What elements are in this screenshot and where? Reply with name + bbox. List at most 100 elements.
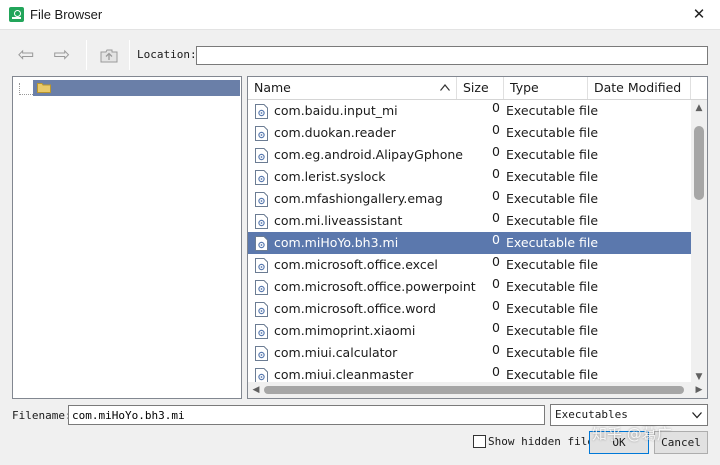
file-row[interactable]: com.mi.liveassistant 0 Executable file (248, 210, 691, 232)
chevron-down-icon (692, 412, 702, 419)
file-size: 0 (492, 232, 500, 247)
executable-file-icon (255, 192, 268, 207)
file-list[interactable]: Name Size Type Date Modified com.baidu.i… (247, 76, 708, 399)
file-size: 0 (492, 188, 500, 203)
file-type: Executable file (506, 257, 599, 272)
file-type: Executable file (506, 213, 599, 228)
location-input[interactable] (196, 46, 708, 65)
file-size: 0 (492, 276, 500, 291)
file-row[interactable]: com.mfashiongallery.emag 0 Executable file (248, 188, 691, 210)
file-row[interactable]: com.microsoft.office.excel 0 Executable fi… (248, 254, 691, 276)
executable-file-icon (255, 104, 268, 119)
close-button[interactable]: ✕ (690, 5, 708, 23)
file-row[interactable]: com.microsoft.office.word 0 Executable fil… (248, 298, 691, 320)
file-name: com.microsoft.office.word (274, 301, 436, 316)
file-name: com.baidu.input_mi (274, 103, 398, 118)
file-row[interactable]: com.microsoft.office.powerpoint 0 Executab… (248, 276, 691, 298)
file-size: 0 (492, 298, 500, 313)
folder-icon (37, 83, 51, 93)
ok-button[interactable]: OK (589, 431, 649, 454)
file-type: Executable file (506, 323, 599, 338)
scroll-left-icon[interactable]: ◀ (248, 382, 264, 398)
folder-tree[interactable] (12, 76, 242, 399)
vertical-scrollbar[interactable]: ▲ ▼ (691, 100, 707, 385)
file-type: Executable file (506, 235, 599, 250)
executable-file-icon (255, 368, 268, 383)
forward-button[interactable]: ⇨ (50, 43, 74, 67)
file-row[interactable]: com.eg.android.AlipayGphone 0 Executable f… (248, 144, 691, 166)
scroll-right-icon[interactable]: ▶ (691, 382, 707, 398)
executable-file-icon (255, 236, 268, 251)
file-name: com.microsoft.office.powerpoint (274, 279, 476, 294)
file-row[interactable]: com.lerist.syslock 0 Executable file (248, 166, 691, 188)
file-name: com.mi.liveassistant (274, 213, 403, 228)
file-rows: com.baidu.input_mi 0 Executable file com.du… (248, 100, 691, 385)
horizontal-scroll-thumb[interactable] (264, 386, 684, 394)
executable-file-icon (255, 170, 268, 185)
file-type: Executable file (506, 301, 599, 316)
file-name: com.lerist.syslock (274, 169, 386, 184)
file-row[interactable]: com.miHoYo.bh3.mi 0 Executable file (248, 232, 691, 254)
show-hidden-label: Show hidden files (488, 435, 601, 448)
file-size: 0 (492, 122, 500, 137)
file-row[interactable]: com.mimoprint.xiaomi 0 Executable file (248, 320, 691, 342)
vertical-scroll-thumb[interactable] (694, 126, 704, 200)
filename-input[interactable] (68, 405, 545, 425)
up-folder-icon (100, 49, 118, 63)
file-type-select[interactable]: Executables (550, 404, 708, 426)
tree-connector (19, 83, 33, 95)
file-type: Executable file (506, 125, 599, 140)
cancel-button[interactable]: Cancel (654, 431, 708, 454)
location-label: Location: (137, 48, 197, 61)
toolbar: ⇦ ⇨ Location: (0, 31, 720, 75)
file-size: 0 (492, 100, 500, 115)
file-name: com.mimoprint.xiaomi (274, 323, 416, 338)
column-header-date-modified[interactable]: Date Modified (588, 77, 691, 99)
executable-file-icon (255, 346, 268, 361)
show-hidden-checkbox[interactable] (473, 435, 486, 448)
file-name: com.mfashiongallery.emag (274, 191, 443, 206)
executable-file-icon (255, 302, 268, 317)
file-size: 0 (492, 342, 500, 357)
executable-file-icon (255, 280, 268, 295)
file-type: Executable file (506, 279, 599, 294)
file-name: com.miui.calculator (274, 345, 398, 360)
toolbar-separator (86, 40, 87, 70)
file-type: Executable file (506, 191, 599, 206)
file-size: 0 (492, 144, 500, 159)
file-size: 0 (492, 166, 500, 181)
column-header-name[interactable]: Name (248, 77, 457, 99)
tree-item-selected[interactable] (33, 80, 240, 96)
up-folder-button[interactable] (97, 43, 121, 67)
file-type-value: Executables (555, 408, 628, 421)
window-title: File Browser (30, 7, 103, 22)
sort-ascending-icon (440, 84, 450, 91)
executable-file-icon (255, 324, 268, 339)
file-row[interactable]: com.duokan.reader 0 Executable file (248, 122, 691, 144)
list-header: Name Size Type Date Modified (248, 77, 707, 100)
executable-file-icon (255, 148, 268, 163)
file-size: 0 (492, 210, 500, 225)
file-type: Executable file (506, 169, 599, 184)
file-type: Executable file (506, 103, 599, 118)
file-size: 0 (492, 364, 500, 379)
file-row[interactable]: com.baidu.input_mi 0 Executable file (248, 100, 691, 122)
file-name: com.eg.android.AlipayGphone (274, 147, 463, 162)
app-icon (9, 7, 24, 22)
column-header-size[interactable]: Size (457, 77, 504, 99)
file-size: 0 (492, 320, 500, 335)
title-bar: File Browser ✕ (0, 0, 720, 30)
file-row[interactable]: com.miui.calculator 0 Executable file (248, 342, 691, 364)
back-button[interactable]: ⇦ (14, 43, 38, 67)
file-size: 0 (492, 254, 500, 269)
executable-file-icon (255, 126, 268, 141)
file-type: Executable file (506, 345, 599, 360)
file-type: Executable file (506, 147, 599, 162)
column-header-type[interactable]: Type (504, 77, 588, 99)
executable-file-icon (255, 258, 268, 273)
horizontal-scrollbar[interactable]: ◀ ▶ (248, 382, 707, 398)
toolbar-separator (129, 40, 130, 70)
scroll-up-icon[interactable]: ▲ (691, 100, 707, 116)
file-name: com.duokan.reader (274, 125, 396, 140)
filename-label: Filename: (12, 409, 72, 422)
